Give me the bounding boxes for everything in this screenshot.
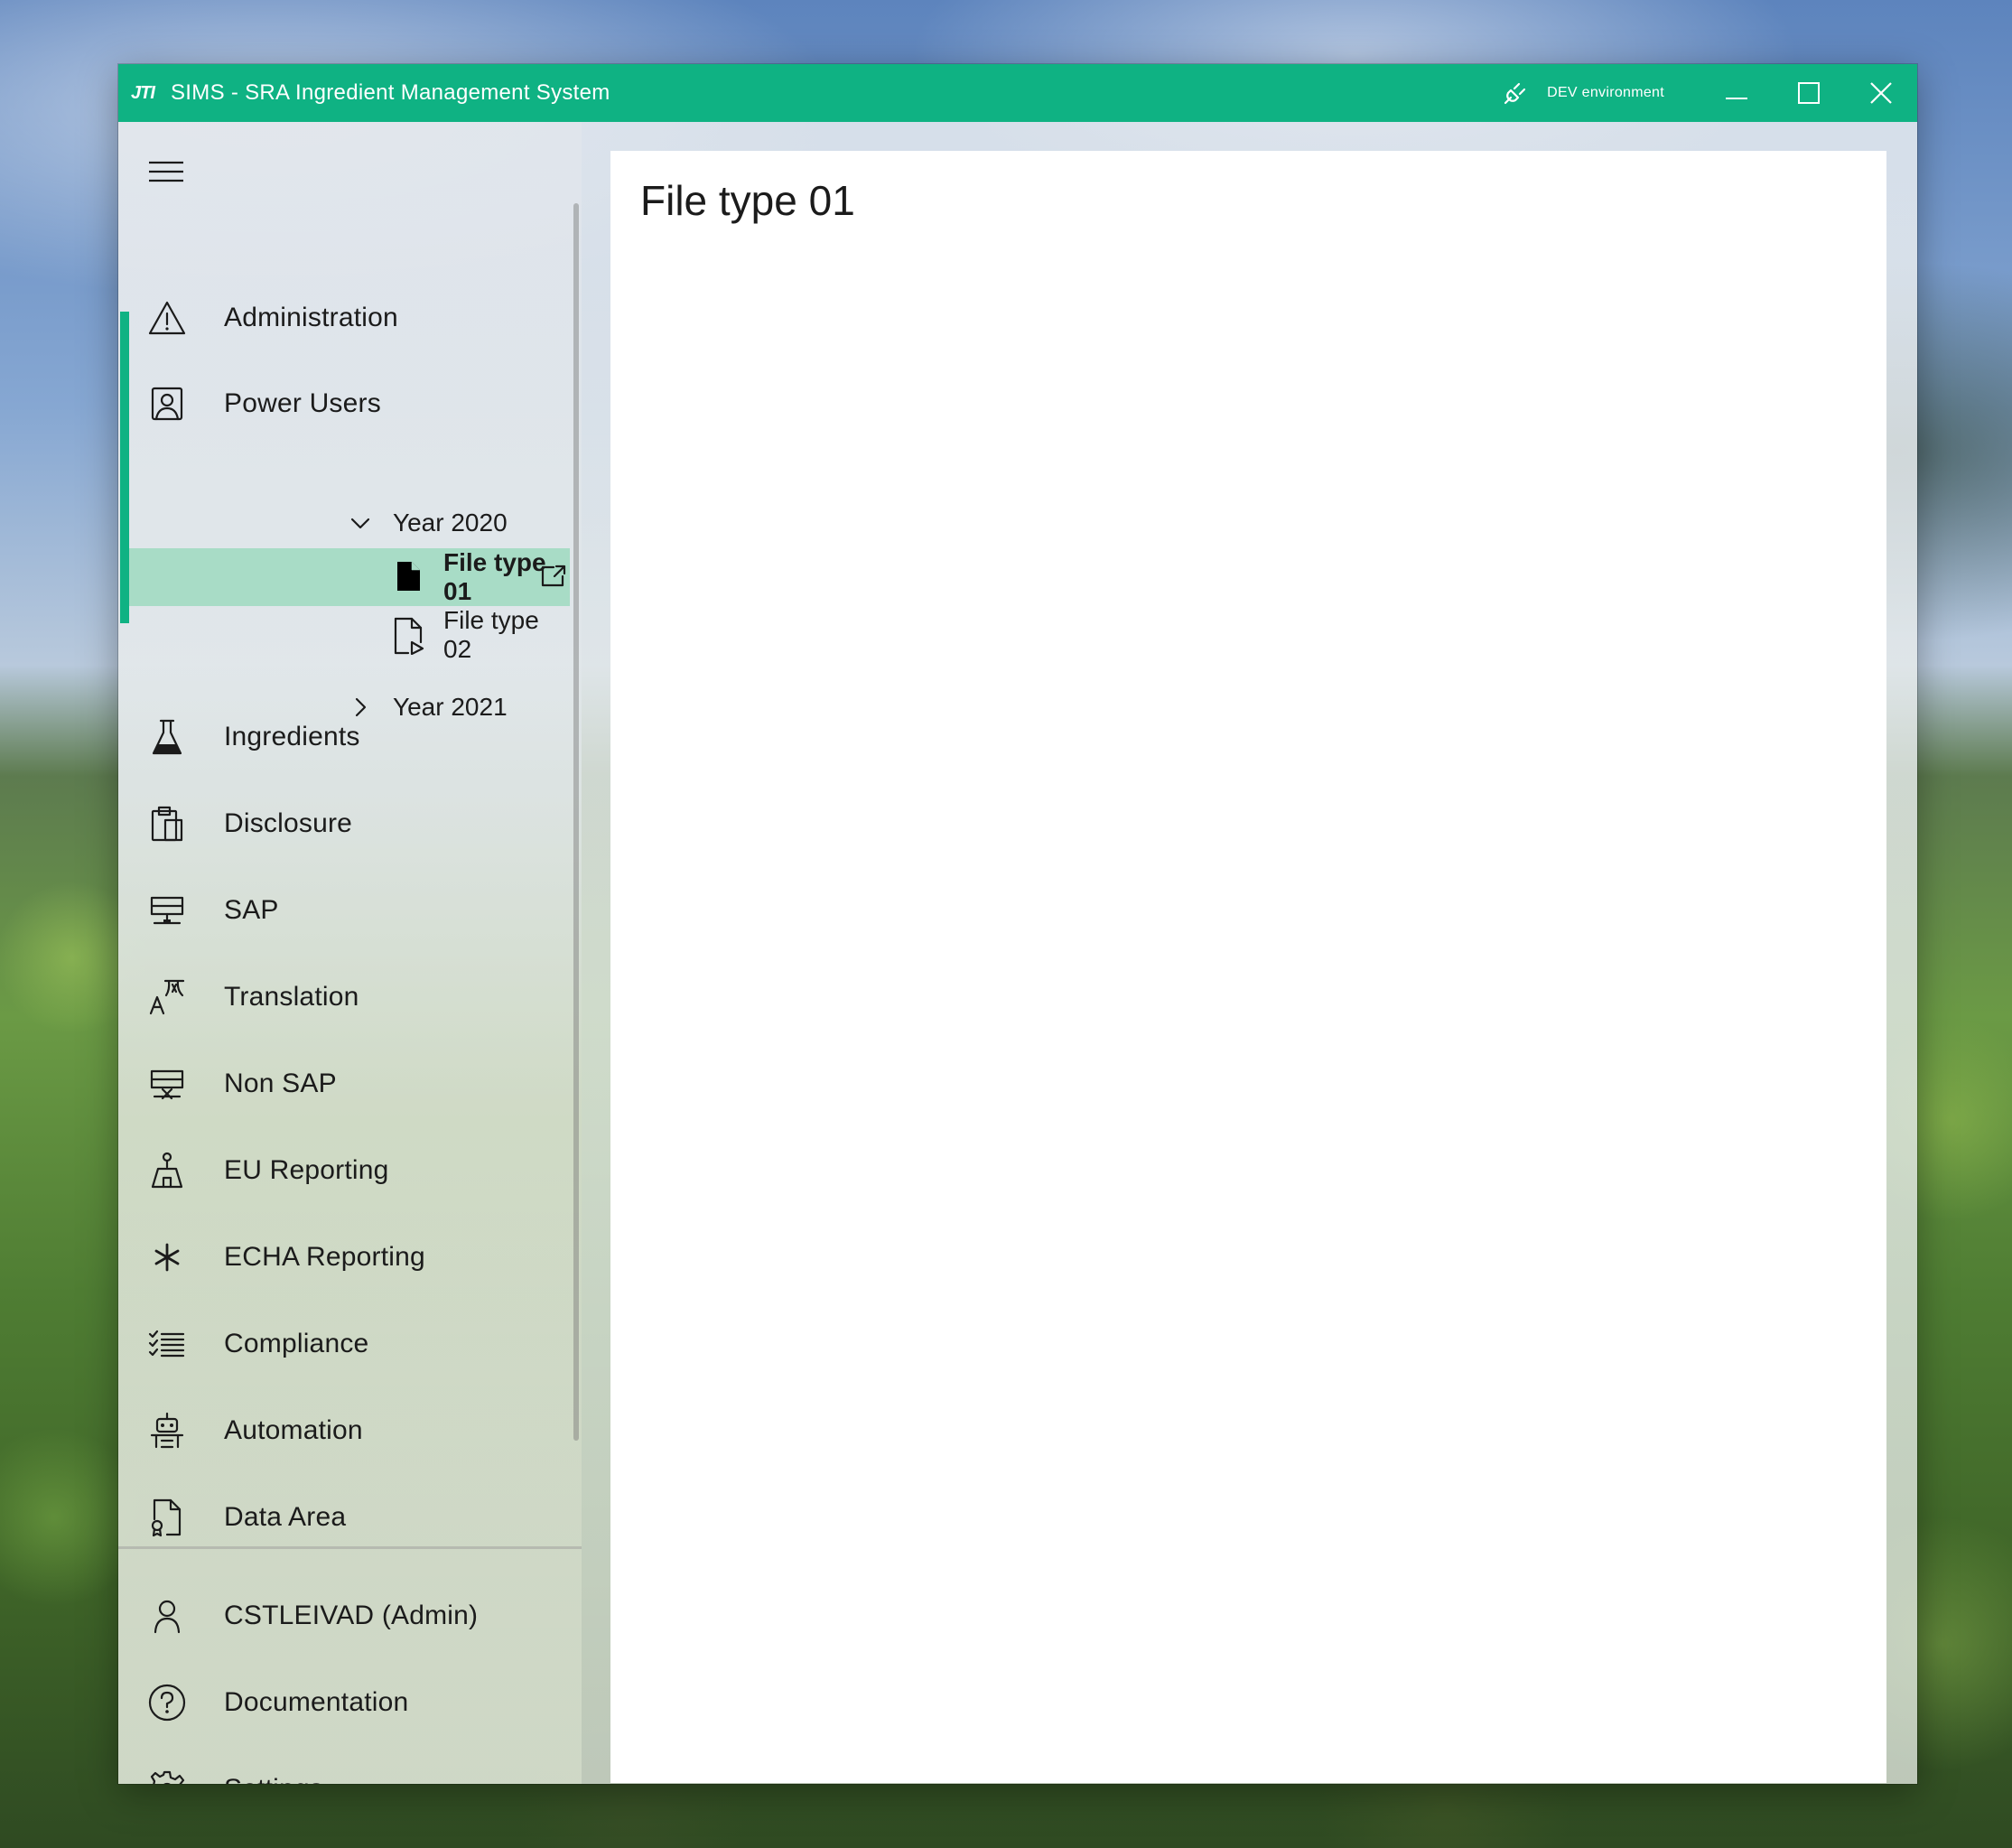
contact-card-icon [151, 387, 183, 421]
nav-label: Ingredients [224, 722, 360, 751]
nav-label: Administration [224, 303, 398, 332]
nav-label: Disclosure [224, 808, 353, 838]
nav-item-ingredients[interactable]: Ingredients [118, 701, 570, 773]
selection-indicator [120, 312, 129, 623]
network-monitor-x-icon [150, 1069, 184, 1100]
translate-icon [149, 979, 185, 1015]
nav-item-data-area[interactable]: Data Area [118, 1481, 570, 1554]
nav-item-automation[interactable]: Automation [118, 1395, 570, 1467]
compass-icon [151, 1152, 183, 1189]
environment-label: DEV environment [1547, 85, 1664, 100]
nav-label: EU Reporting [224, 1155, 389, 1185]
nav-item-power-users[interactable]: Power Users [118, 368, 570, 440]
nav-item-eu-reporting[interactable]: EU Reporting [118, 1134, 570, 1207]
network-monitor-icon [150, 896, 184, 925]
app-body: Administration Power Users Year 2020 Fil… [118, 122, 1917, 1784]
app-title: SIMS - SRA Ingredient Management System [171, 80, 610, 105]
nav-item-settings[interactable]: Settings [118, 1753, 570, 1784]
tree-label: File type 02 [443, 606, 539, 663]
nav-label: Automation [224, 1415, 363, 1445]
minimize-icon [1726, 98, 1747, 99]
nav-item-administration[interactable]: Administration [118, 282, 570, 354]
document-badge-icon [151, 1498, 182, 1537]
nav-item-sap[interactable]: SAP [118, 874, 570, 947]
brand-logo: JTI [131, 83, 155, 103]
navigation-pane: Administration Power Users Year 2020 Fil… [118, 122, 582, 1784]
tree-item-year-2020[interactable]: Year 2020 [129, 496, 570, 550]
tree-label: Year 2020 [393, 509, 508, 537]
app-window: JTI SIMS - SRA Ingredient Management Sys… [118, 64, 1917, 1784]
hamburger-icon[interactable] [147, 158, 185, 185]
warning-triangle-icon [148, 301, 186, 335]
close-button[interactable] [1845, 64, 1917, 122]
plug-icon [1504, 82, 1526, 105]
nav-label: Power Users [224, 388, 381, 418]
nav-label: Documentation [224, 1687, 409, 1717]
flask-icon [152, 719, 182, 755]
nav-scrollbar[interactable] [573, 203, 579, 1441]
gear-icon [150, 1770, 185, 1784]
tree-item-file-type-01[interactable]: File type 01 [129, 548, 570, 606]
page-title: File type 01 [640, 177, 855, 224]
document-filled-icon [397, 562, 420, 591]
nav-label: SAP [224, 895, 279, 925]
nav-label: Compliance [224, 1329, 369, 1358]
asterisk-icon [154, 1243, 180, 1272]
nav-item-account[interactable]: CSTLEIVAD (Admin) [118, 1580, 570, 1652]
nav-label: CSTLEIVAD (Admin) [224, 1601, 479, 1630]
checklist-icon [148, 1330, 185, 1358]
nav-item-disclosure[interactable]: Disclosure [118, 788, 570, 860]
nav-label: Translation [224, 982, 359, 1012]
close-icon [1870, 82, 1892, 104]
tree-item-file-type-02[interactable]: File type 02 [129, 606, 570, 663]
nav-label: Non SAP [224, 1069, 337, 1098]
title-bar[interactable]: JTI SIMS - SRA Ingredient Management Sys… [118, 64, 1917, 122]
nav-label: ECHA Reporting [224, 1242, 425, 1272]
person-icon [154, 1600, 181, 1634]
open-in-new-window-icon[interactable] [541, 565, 566, 588]
nav-item-translation[interactable]: Translation [118, 961, 570, 1033]
nav-item-documentation[interactable]: Documentation [118, 1666, 570, 1739]
clipboard-icon [151, 806, 183, 842]
nav-label: Settings [224, 1774, 323, 1784]
nav-divider [118, 1546, 582, 1549]
minimize-button[interactable] [1700, 64, 1773, 122]
content-frame: File type 01 [610, 151, 1886, 1783]
robot-icon [150, 1412, 184, 1449]
nav-item-echa-reporting[interactable]: ECHA Reporting [118, 1221, 570, 1293]
nav-item-compliance[interactable]: Compliance [118, 1308, 570, 1380]
nav-label: Data Area [224, 1502, 347, 1532]
maximize-icon [1798, 82, 1820, 104]
chevron-down-icon[interactable] [349, 512, 371, 534]
help-circle-icon [148, 1684, 186, 1722]
nav-item-non-sap[interactable]: Non SAP [118, 1048, 570, 1120]
maximize-button[interactable] [1773, 64, 1845, 122]
document-play-icon [394, 617, 424, 655]
